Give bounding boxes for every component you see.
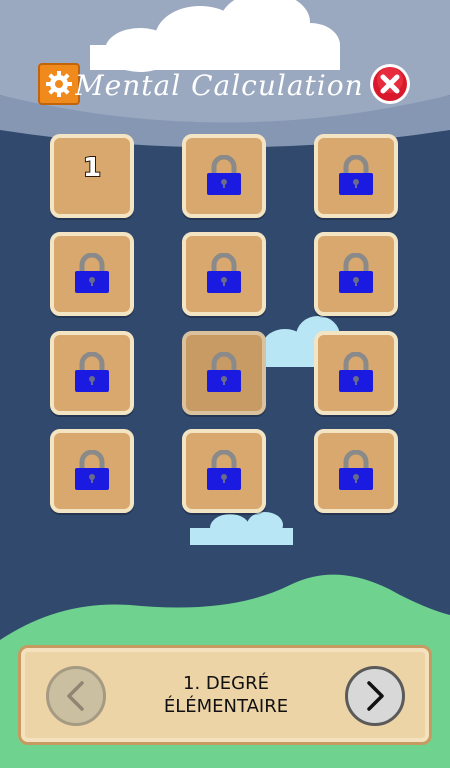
close-icon xyxy=(370,64,410,104)
level-tile-10[interactable] xyxy=(50,429,134,513)
difficulty-label: 1. DEGRÉ ÉLÉMENTAIRE xyxy=(116,672,336,718)
previous-button[interactable] xyxy=(46,666,106,726)
level-tile-6[interactable] xyxy=(314,232,398,316)
gear-icon xyxy=(46,71,72,97)
lock-icon xyxy=(339,352,373,392)
difficulty-panel: 1. DEGRÉ ÉLÉMENTAIRE xyxy=(18,645,432,745)
game-scene: Mental Calculation 2 1 1. DEGRÉ ÉLÉMENTA… xyxy=(0,0,450,768)
level-tile-5[interactable] xyxy=(182,232,266,316)
level-tile-11[interactable] xyxy=(182,429,266,513)
level-tile-7[interactable] xyxy=(50,331,134,415)
level-tile-2[interactable] xyxy=(182,134,266,218)
page-title: Mental Calculation 2 xyxy=(75,69,375,102)
level-tile-3[interactable] xyxy=(314,134,398,218)
lock-icon xyxy=(339,450,373,490)
settings-button[interactable] xyxy=(38,63,80,105)
chevron-left-icon xyxy=(67,681,84,711)
level-tile-12[interactable] xyxy=(314,429,398,513)
level-tile-1[interactable]: 1 xyxy=(50,134,134,218)
chevron-right-icon xyxy=(367,681,384,711)
lock-icon xyxy=(339,155,373,195)
lock-icon xyxy=(75,450,109,490)
lock-icon xyxy=(75,253,109,293)
lock-icon xyxy=(339,253,373,293)
difficulty-label-line1: 1. DEGRÉ xyxy=(183,673,269,694)
level-tile-4[interactable] xyxy=(50,232,134,316)
lock-icon xyxy=(75,352,109,392)
close-button[interactable] xyxy=(369,63,411,105)
lock-icon xyxy=(207,352,241,392)
level-number: 1 xyxy=(82,152,102,184)
level-tile-9[interactable] xyxy=(314,331,398,415)
next-button[interactable] xyxy=(345,666,405,726)
lock-icon xyxy=(207,450,241,490)
lock-icon xyxy=(207,253,241,293)
lock-icon xyxy=(207,155,241,195)
level-tile-8[interactable] xyxy=(182,331,266,415)
difficulty-label-line2: ÉLÉMENTAIRE xyxy=(163,696,289,717)
